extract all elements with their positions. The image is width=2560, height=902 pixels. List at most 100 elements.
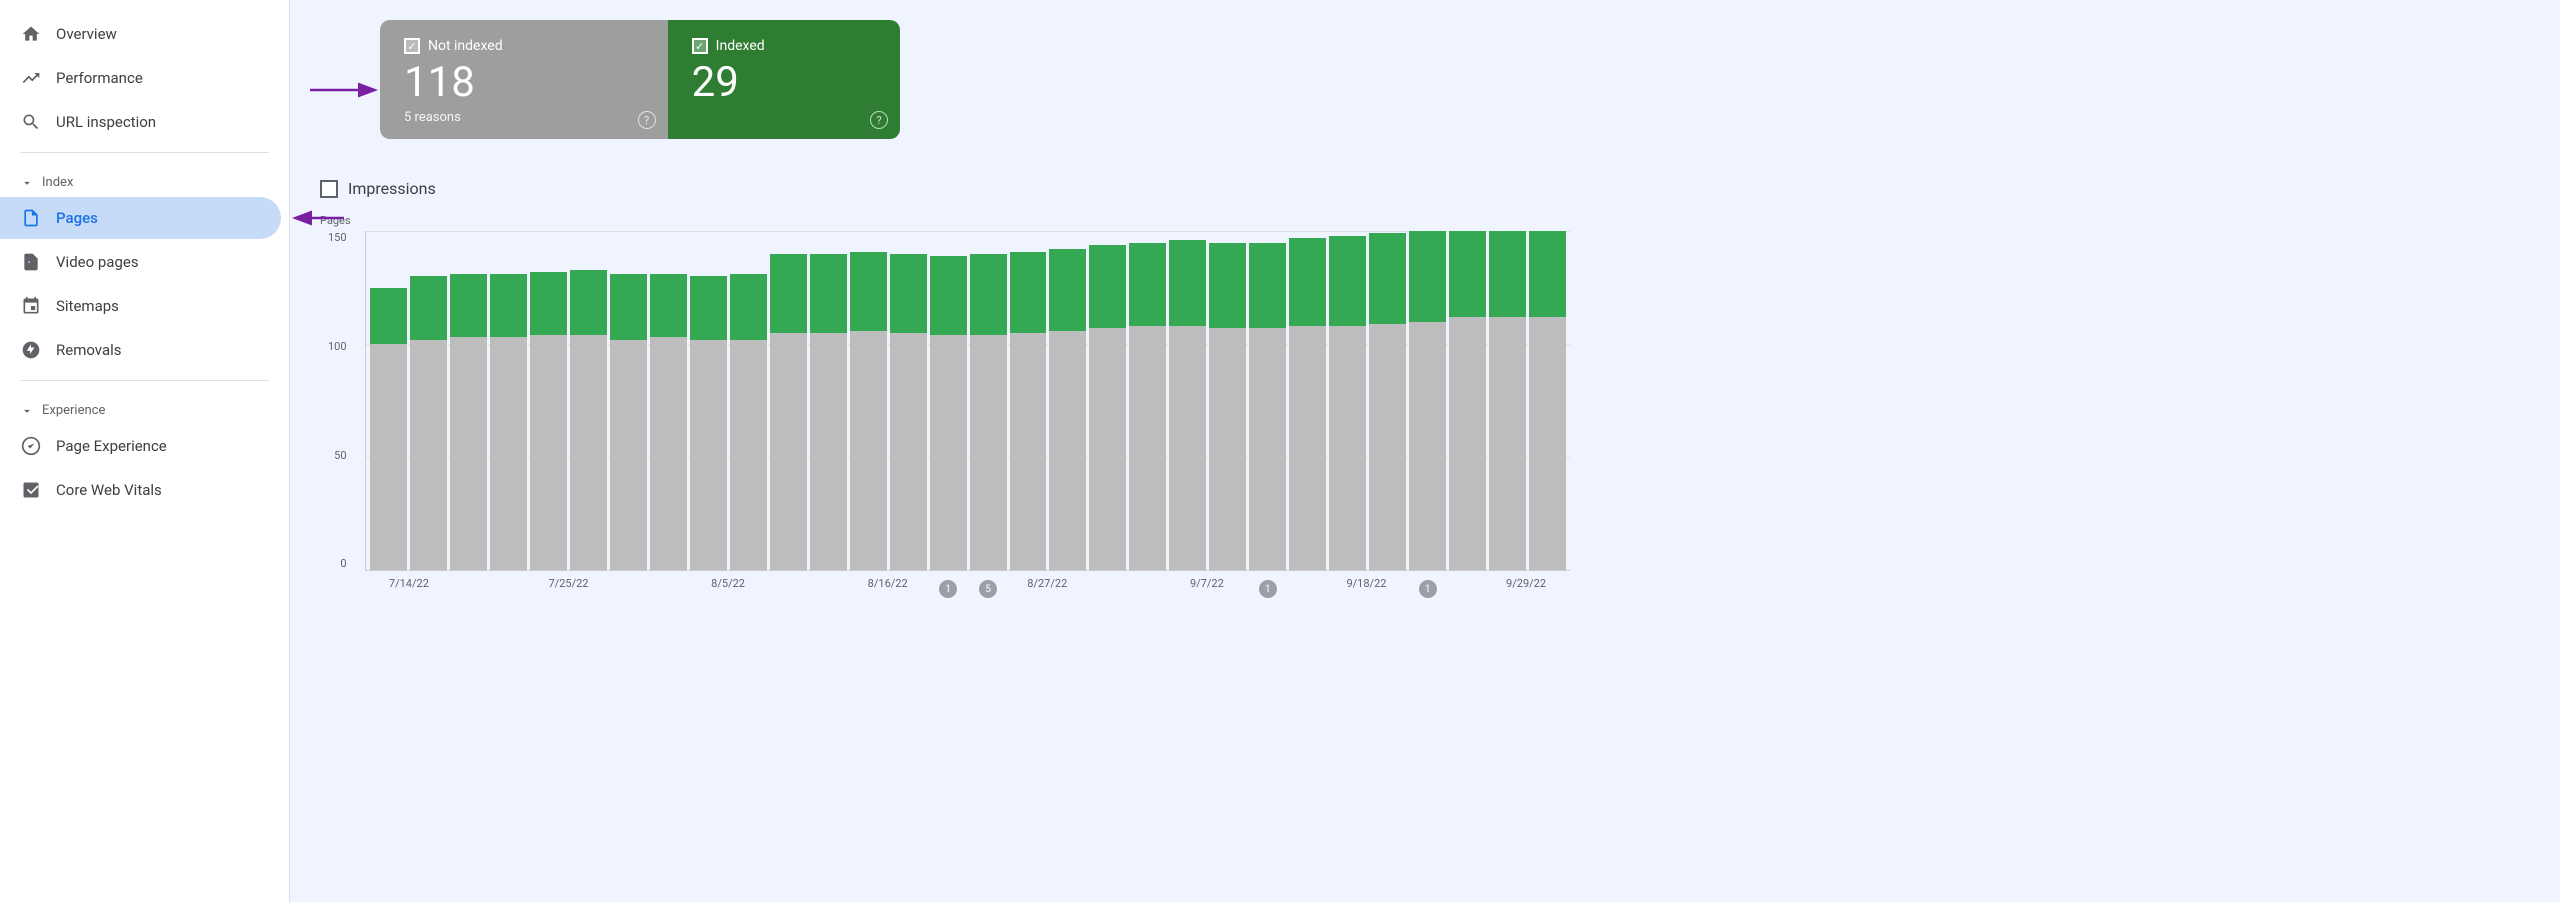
sidebar-section-experience[interactable]: Experience bbox=[0, 389, 289, 424]
bar-stack bbox=[410, 276, 447, 570]
x-axis-labels: 7/14/227/25/228/5/228/16/228/27/229/7/22… bbox=[365, 577, 1570, 590]
indexed-help[interactable]: ? bbox=[870, 111, 888, 129]
bar-group: 1 bbox=[1409, 231, 1446, 570]
bar-not-indexed bbox=[650, 337, 687, 570]
bar-not-indexed bbox=[530, 335, 567, 570]
bar-indexed bbox=[1289, 238, 1326, 326]
sidebar-section-index[interactable]: Index bbox=[0, 161, 289, 196]
indexed-checkbox[interactable]: ✓ bbox=[692, 38, 708, 54]
sidebar-divider-2 bbox=[20, 380, 269, 381]
bar-group bbox=[1209, 231, 1246, 570]
bar-not-indexed bbox=[1409, 322, 1446, 571]
chart-y-label: Pages bbox=[320, 214, 1570, 227]
bar-group bbox=[1329, 231, 1366, 570]
performance-icon bbox=[20, 67, 42, 89]
indexed-header: ✓ Indexed bbox=[692, 38, 876, 54]
bar-indexed bbox=[1089, 245, 1126, 329]
bar-indexed bbox=[1010, 252, 1047, 333]
bar-indexed bbox=[850, 252, 887, 331]
sidebar-item-page-experience[interactable]: Page Experience bbox=[0, 425, 281, 467]
sidebar-item-pages-label: Pages bbox=[56, 209, 98, 227]
sidebar-item-performance[interactable]: Performance bbox=[0, 57, 281, 99]
bar-group bbox=[850, 231, 887, 570]
bar-stack bbox=[1369, 233, 1406, 570]
bar-not-indexed bbox=[1289, 326, 1326, 570]
event-marker[interactable]: 1 bbox=[1419, 580, 1437, 598]
x-axis-label bbox=[768, 577, 848, 590]
bar-group bbox=[1010, 231, 1047, 570]
sidebar-item-sitemaps[interactable]: Sitemaps bbox=[0, 285, 281, 327]
bar-group bbox=[1369, 231, 1406, 570]
impressions-row: Impressions bbox=[320, 179, 2530, 198]
bar-group bbox=[450, 231, 487, 570]
bar-stack bbox=[770, 254, 807, 570]
bar-not-indexed bbox=[370, 344, 407, 570]
indexed-card[interactable]: ✓ Indexed 29 ? bbox=[668, 20, 900, 139]
bar-group bbox=[1289, 231, 1326, 570]
bar-indexed bbox=[1369, 233, 1406, 323]
bar-group bbox=[890, 231, 927, 570]
not-indexed-label: Not indexed bbox=[428, 38, 503, 54]
bar-indexed bbox=[1449, 231, 1486, 317]
bar-stack bbox=[1329, 236, 1366, 570]
bar-not-indexed bbox=[970, 335, 1007, 570]
impressions-label: Impressions bbox=[348, 179, 436, 198]
bar-indexed bbox=[970, 254, 1007, 335]
bar-group bbox=[1449, 231, 1486, 570]
status-cards: ✓ Not indexed 118 5 reasons ? ✓ Indexed … bbox=[380, 20, 900, 139]
video-pages-icon bbox=[20, 251, 42, 273]
bar-stack bbox=[1209, 243, 1246, 571]
x-axis-label: 7/14/22 bbox=[369, 577, 449, 590]
sidebar-item-overview[interactable]: Overview bbox=[0, 13, 281, 55]
bar-stack bbox=[690, 276, 727, 570]
bar-stack bbox=[1529, 231, 1566, 570]
event-marker[interactable]: 1 bbox=[939, 580, 957, 598]
bar-not-indexed bbox=[1089, 328, 1126, 570]
bar-indexed bbox=[1329, 236, 1366, 326]
bar-indexed bbox=[610, 274, 647, 340]
bar-not-indexed bbox=[1449, 317, 1486, 570]
sidebar-item-url-inspection-label: URL inspection bbox=[56, 113, 156, 131]
bar-not-indexed bbox=[1489, 317, 1526, 570]
sidebar-item-performance-label: Performance bbox=[56, 69, 143, 87]
bar-indexed bbox=[1049, 249, 1086, 330]
bar-stack bbox=[570, 270, 607, 571]
not-indexed-count: 118 bbox=[404, 60, 644, 106]
chart-area: 150 100 50 0 1511 bbox=[365, 231, 1570, 571]
sidebar-item-core-web-vitals[interactable]: Core Web Vitals bbox=[0, 469, 281, 511]
bar-stack bbox=[1249, 243, 1286, 571]
sidebar-item-removals[interactable]: Removals bbox=[0, 329, 281, 371]
indexed-label: Indexed bbox=[716, 38, 765, 54]
x-axis-label: 9/18/22 bbox=[1327, 577, 1407, 590]
bar-indexed bbox=[810, 254, 847, 333]
bar-group bbox=[810, 231, 847, 570]
bar-not-indexed bbox=[610, 340, 647, 571]
bar-group: 1 bbox=[930, 231, 967, 570]
bar-group bbox=[1089, 231, 1126, 570]
sidebar-item-pages[interactable]: Pages bbox=[0, 197, 281, 239]
not-indexed-header: ✓ Not indexed bbox=[404, 38, 644, 54]
bar-indexed bbox=[1529, 231, 1566, 317]
bar-group bbox=[1129, 231, 1166, 570]
bar-group bbox=[1169, 231, 1206, 570]
bar-indexed bbox=[1169, 240, 1206, 326]
bar-group: 5 bbox=[970, 231, 1007, 570]
bar-stack bbox=[730, 274, 767, 570]
impressions-checkbox[interactable] bbox=[320, 180, 338, 198]
event-marker[interactable]: 5 bbox=[979, 580, 997, 598]
indexed-count: 29 bbox=[692, 60, 876, 106]
bar-stack bbox=[530, 272, 567, 570]
bar-group bbox=[410, 231, 447, 570]
sidebar-item-url-inspection[interactable]: URL inspection bbox=[0, 101, 281, 143]
bar-group bbox=[650, 231, 687, 570]
bar-stack bbox=[1409, 231, 1446, 570]
not-indexed-checkbox[interactable]: ✓ bbox=[404, 38, 420, 54]
sidebar-item-video-pages[interactable]: Video pages bbox=[0, 241, 281, 283]
not-indexed-help[interactable]: ? bbox=[638, 111, 656, 129]
bar-group bbox=[370, 231, 407, 570]
bar-indexed bbox=[410, 276, 447, 339]
event-marker[interactable]: 1 bbox=[1259, 580, 1277, 598]
bar-indexed bbox=[1129, 243, 1166, 327]
not-indexed-card[interactable]: ✓ Not indexed 118 5 reasons ? bbox=[380, 20, 668, 139]
bar-not-indexed bbox=[1049, 331, 1086, 571]
